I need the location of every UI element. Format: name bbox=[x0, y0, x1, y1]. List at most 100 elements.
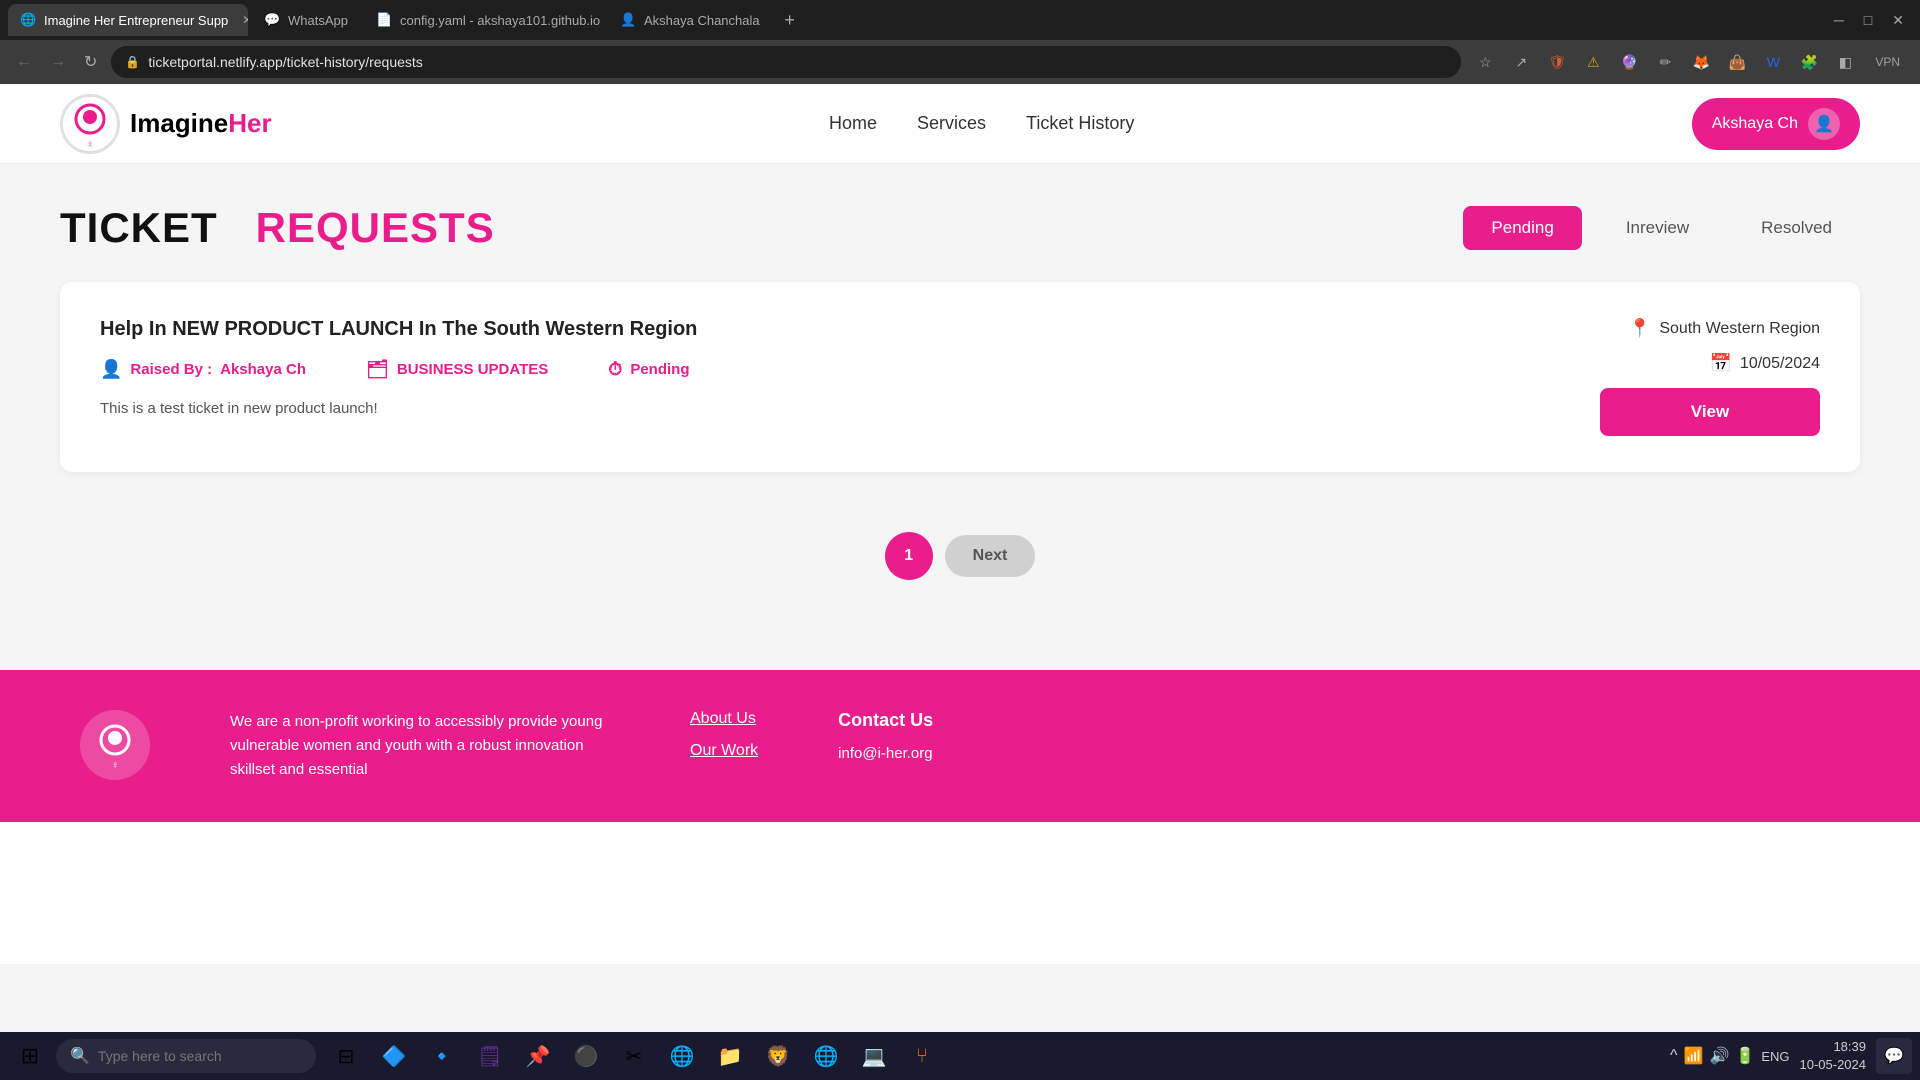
filter-inreview[interactable]: Inreview bbox=[1598, 206, 1717, 250]
ticket-location: 📍 South Western Region bbox=[1629, 318, 1820, 339]
taskbar-filemanager[interactable]: 📁 bbox=[708, 1034, 752, 1078]
footer-contact-title: Contact Us bbox=[838, 710, 933, 731]
ticket-description: This is a test ticket in new product lau… bbox=[100, 400, 1600, 417]
location-icon: 📍 bbox=[1629, 318, 1651, 339]
browser-icons: ☆ ↗ 🛡 ⚠ 🔮 ✏ 🦊 👜 W 🧩 ◧ VPN bbox=[1471, 48, 1908, 76]
ticket-right-panel: 📍 South Western Region 📅 10/05/2024 View bbox=[1600, 318, 1820, 436]
taskbar-vscode[interactable]: 💻 bbox=[852, 1034, 896, 1078]
taskbar-chrome-taskbar[interactable]: 🌐 bbox=[804, 1034, 848, 1078]
new-tab-button[interactable]: + bbox=[776, 6, 804, 34]
browser-chrome: 🌐 Imagine Her Entrepreneur Supp ✕ 💬 What… bbox=[0, 0, 1920, 84]
tray-chevron[interactable]: ^ bbox=[1670, 1047, 1678, 1065]
category-item: 🗂 BUSINESS UPDATES bbox=[366, 359, 548, 380]
address-bar-row: ← → ↻ 🔒 ticketportal.netlify.app/ticket-… bbox=[0, 40, 1920, 84]
svg-text:♀: ♀ bbox=[111, 760, 119, 770]
window-close[interactable]: ✕ bbox=[1884, 8, 1912, 33]
main-content: TICKET REQUESTS Pending Inreview Resolve… bbox=[0, 164, 1920, 670]
tab-whatsapp[interactable]: 💬 WhatsApp bbox=[252, 4, 360, 36]
taskbar-search-bar[interactable]: 🔍 bbox=[56, 1039, 316, 1073]
user-button[interactable]: Akshaya Ch 👤 bbox=[1692, 98, 1860, 150]
taskbar-search-input[interactable] bbox=[98, 1048, 298, 1064]
notification-button[interactable]: 💬 bbox=[1876, 1038, 1912, 1074]
vpn-icon[interactable]: VPN bbox=[1867, 48, 1908, 76]
nav-home[interactable]: Home bbox=[829, 113, 877, 134]
taskbar-phpstorm[interactable]: 🔹 bbox=[420, 1034, 464, 1078]
tab-whatsapp-label: WhatsApp bbox=[288, 13, 348, 28]
tab-akshaya[interactable]: 👤 Akshaya Chanchala bbox=[608, 4, 772, 36]
tray-lang[interactable]: ENG bbox=[1761, 1049, 1789, 1064]
start-button[interactable]: ⊞ bbox=[8, 1034, 52, 1078]
tab-config[interactable]: 📄 config.yaml - akshaya101.github.io bbox=[364, 4, 604, 36]
nav-links: Home Services Ticket History bbox=[829, 113, 1134, 134]
window-minimize[interactable]: ─ bbox=[1826, 8, 1852, 33]
category-value: BUSINESS UPDATES bbox=[397, 361, 548, 378]
word-icon[interactable]: W bbox=[1759, 48, 1787, 76]
tab-imagineer-label: Imagine Her Entrepreneur Supp bbox=[44, 13, 228, 28]
footer-link-about[interactable]: About Us bbox=[690, 710, 758, 728]
share-icon[interactable]: ↗ bbox=[1507, 48, 1535, 76]
next-page-button[interactable]: Next bbox=[945, 535, 1036, 577]
refresh-button[interactable]: ↻ bbox=[80, 48, 101, 76]
taskbar-git[interactable]: ⑂ bbox=[900, 1034, 944, 1078]
calendar-icon: 📅 bbox=[1710, 353, 1732, 374]
page-1-button[interactable]: 1 bbox=[885, 532, 933, 580]
tray-volume[interactable]: 🔊 bbox=[1709, 1046, 1729, 1066]
category-icon: 🗂 bbox=[366, 359, 389, 380]
clock-date: 10-05-2024 bbox=[1800, 1056, 1867, 1074]
taskbar-task-view[interactable]: ⊟ bbox=[324, 1034, 368, 1078]
taskbar-scissors[interactable]: ✂ bbox=[612, 1034, 656, 1078]
taskbar-onenote[interactable]: 🗒 bbox=[468, 1034, 512, 1078]
tab-imagineer-close[interactable]: ✕ bbox=[242, 13, 248, 27]
footer: ♀ We are a non-profit working to accessi… bbox=[0, 670, 1920, 822]
puzzle-icon[interactable]: 🧩 bbox=[1795, 48, 1823, 76]
tab-imagineer[interactable]: 🌐 Imagine Her Entrepreneur Supp ✕ bbox=[8, 4, 248, 36]
wallet-icon[interactable]: 👜 bbox=[1723, 48, 1751, 76]
footer-link-work[interactable]: Our Work bbox=[690, 742, 758, 760]
tab-whatsapp-favicon: 💬 bbox=[264, 12, 280, 28]
ticket-title: Help In NEW PRODUCT LAUNCH In The South … bbox=[100, 318, 1600, 341]
forward-button[interactable]: → bbox=[46, 49, 70, 75]
filter-resolved[interactable]: Resolved bbox=[1733, 206, 1860, 250]
status-icon: ⏱ bbox=[608, 359, 622, 380]
brave-icon[interactable]: 🛡 bbox=[1543, 48, 1571, 76]
nav-services[interactable]: Services bbox=[917, 113, 986, 134]
lock-icon: 🔒 bbox=[125, 55, 140, 69]
brand-name: ImagineHer bbox=[130, 108, 272, 139]
taskbar-app-icons: ⊟ 🔷 🔹 🗒 📌 ⚫ ✂ 🌐 📁 🦁 🌐 💻 ⑂ bbox=[324, 1034, 944, 1078]
extensions-icon[interactable]: 🔮 bbox=[1615, 48, 1643, 76]
filter-buttons: Pending Inreview Resolved bbox=[1463, 206, 1860, 250]
taskbar-network[interactable]: 🌐 bbox=[660, 1034, 704, 1078]
logo-area[interactable]: ♀ ImagineHer bbox=[60, 94, 272, 154]
window-maximize[interactable]: □ bbox=[1856, 8, 1880, 33]
tray-battery[interactable]: 🔋 bbox=[1735, 1046, 1755, 1066]
footer-description: We are a non-profit working to accessibl… bbox=[230, 710, 610, 782]
svg-text:♀: ♀ bbox=[86, 139, 94, 149]
pagination: 1 Next bbox=[60, 502, 1860, 630]
taskbar-sticky[interactable]: 📌 bbox=[516, 1034, 560, 1078]
url-text: ticketportal.netlify.app/ticket-history/… bbox=[148, 54, 422, 70]
view-button[interactable]: View bbox=[1600, 388, 1820, 436]
footer-links: About Us Our Work bbox=[690, 710, 758, 760]
back-button[interactable]: ← bbox=[12, 49, 36, 75]
taskbar-brave-taskbar[interactable]: 🦁 bbox=[756, 1034, 800, 1078]
sidebar-icon[interactable]: ◧ bbox=[1831, 48, 1859, 76]
tab-akshaya-favicon: 👤 bbox=[620, 12, 636, 28]
nav-ticket-history[interactable]: Ticket History bbox=[1026, 113, 1134, 134]
filter-pending[interactable]: Pending bbox=[1463, 206, 1581, 250]
bookmark-icon[interactable]: ☆ bbox=[1471, 48, 1499, 76]
taskbar-app6[interactable]: ⚫ bbox=[564, 1034, 608, 1078]
taskbar-search-icon: 🔍 bbox=[70, 1046, 90, 1066]
edit-icon[interactable]: ✏ bbox=[1651, 48, 1679, 76]
tray-network[interactable]: 📶 bbox=[1684, 1046, 1704, 1066]
status-badge: Pending bbox=[630, 361, 689, 378]
taskbar-clock[interactable]: 18:39 10-05-2024 bbox=[1800, 1038, 1867, 1074]
profile-icon[interactable]: 🦊 bbox=[1687, 48, 1715, 76]
raised-by-item: 👤 Raised By : Akshaya Ch bbox=[100, 359, 306, 380]
tab-akshaya-label: Akshaya Chanchala bbox=[644, 13, 760, 28]
address-bar[interactable]: 🔒 ticketportal.netlify.app/ticket-histor… bbox=[111, 46, 1461, 78]
ticket-date: 📅 10/05/2024 bbox=[1710, 353, 1821, 374]
tab-config-favicon: 📄 bbox=[376, 12, 392, 28]
raised-by-value: Akshaya Ch bbox=[220, 361, 306, 378]
alert-icon[interactable]: ⚠ bbox=[1579, 48, 1607, 76]
taskbar-jetbrains[interactable]: 🔷 bbox=[372, 1034, 416, 1078]
